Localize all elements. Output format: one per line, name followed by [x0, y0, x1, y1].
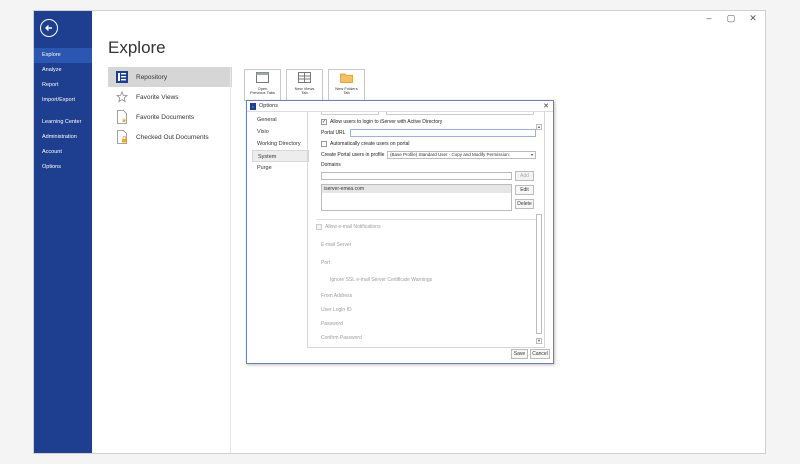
close-icon[interactable]: ✕ [543, 102, 549, 110]
domain-input[interactable] [321, 172, 512, 180]
sidebar: Explore Analyze Report Import/Export Lea… [34, 11, 92, 453]
sidebar-item-import-export[interactable]: Import/Export [34, 93, 92, 108]
place-label: Favorite Views [136, 93, 179, 101]
chevron-down-icon: ▾ [530, 152, 533, 157]
new-folders-tab-tile[interactable]: New Folders Tab [328, 69, 365, 101]
email-server-label: E-mail Server [321, 242, 352, 248]
category-general[interactable]: General [252, 114, 309, 126]
ignore-ssl-label: Ignore SSL e-mail Server Certificate War… [330, 277, 433, 283]
scroll-thumb[interactable] [536, 214, 542, 334]
cancel-button[interactable]: Cancel [530, 349, 550, 359]
explore-places: Repository Favorite Views Favorite Docum… [108, 67, 232, 147]
place-favorite-documents[interactable]: Favorite Documents [108, 107, 232, 127]
dialog-title: Options [259, 103, 278, 109]
password-label: Password [321, 321, 343, 327]
from-address-label: From Address [321, 293, 353, 299]
allow-ad-row: ✓ Allow users to login to iServer with A… [321, 119, 442, 125]
app-icon: i [250, 102, 256, 110]
options-categories: General Visio Working Directory System P… [252, 114, 309, 174]
tile-label-line2: Tab [343, 90, 350, 95]
page-title: Explore [108, 38, 166, 57]
portal-url-label: Portal URL [321, 130, 346, 136]
sidebar-item-explore[interactable]: Explore [34, 48, 92, 63]
allow-ad-label: Allow users to login to iServer with Act… [330, 119, 443, 125]
email-notify-label: Allow e-mail Notifications [325, 224, 381, 230]
sidebar-item-learning-center[interactable]: Learning Center [34, 115, 92, 130]
category-purge[interactable]: Purge [252, 162, 309, 174]
category-system[interactable]: System [252, 150, 309, 162]
folder-icon [340, 72, 353, 87]
sidebar-item-account[interactable]: Account [34, 145, 92, 160]
tile-label-line2: Tab [301, 90, 308, 95]
repository-icon [114, 69, 130, 85]
panel-scrollbar[interactable]: ▲ ▼ [536, 124, 542, 344]
portal-url-input[interactable] [350, 129, 536, 137]
category-visio[interactable]: Visio [252, 126, 309, 138]
sidebar-nav: Explore Analyze Report Import/Export Lea… [34, 48, 92, 175]
delete-domain-button[interactable]: Delete [515, 199, 534, 209]
auto-create-row: Automatically create users on portal [321, 141, 409, 147]
system-settings-panel: ✓ Allow users to login to iServer with A… [307, 112, 545, 348]
auto-create-label: Automatically create users on portal [330, 141, 410, 147]
clipped-field [321, 112, 379, 115]
document-lock-icon [114, 129, 130, 145]
action-tiles: Open Previous Tabs New Views Tab New Fol… [244, 69, 365, 101]
place-label: Checked Out Documents [136, 133, 209, 141]
profile-select[interactable]: (Base Profile) Standard User - Copy and … [387, 151, 536, 159]
clipped-field [386, 112, 534, 115]
open-previous-tabs-tile[interactable]: Open Previous Tabs [244, 69, 281, 101]
domains-list[interactable]: iserver-emea.com [321, 184, 512, 211]
place-favorite-views[interactable]: Favorite Views [108, 87, 232, 107]
place-repository[interactable]: Repository [108, 67, 232, 87]
edit-domain-button[interactable]: Edit [515, 185, 534, 195]
port-label: Port [321, 260, 331, 266]
sidebar-item-options[interactable]: Options [34, 160, 92, 175]
dialog-titlebar: i Options [247, 101, 553, 112]
list-item[interactable]: iserver-emea.com [322, 185, 511, 193]
domains-label: Domains [321, 162, 341, 168]
auto-create-checkbox[interactable] [321, 141, 327, 147]
scroll-up-icon[interactable]: ▲ [536, 124, 542, 130]
save-button[interactable]: Save [511, 349, 528, 359]
place-label: Repository [136, 73, 168, 81]
app-window: – ▢ ✕ Explore Analyze Report Import/Expo… [33, 10, 766, 454]
grid-icon [298, 72, 311, 87]
place-label: Favorite Documents [136, 113, 195, 121]
sidebar-item-analyze[interactable]: Analyze [34, 63, 92, 78]
document-star-icon [114, 109, 130, 125]
category-working-directory[interactable]: Working Directory [252, 138, 309, 150]
allow-ad-checkbox[interactable]: ✓ [321, 119, 327, 125]
window-icon [256, 72, 269, 87]
scroll-down-icon[interactable]: ▼ [536, 338, 542, 344]
confirm-password-label: Confirm Password [321, 335, 362, 341]
email-notify-checkbox[interactable] [316, 224, 322, 230]
divider [230, 67, 231, 453]
options-dialog: i Options ✕ General Visio Working Direct… [246, 100, 554, 364]
user-login-label: User Login ID [321, 307, 352, 313]
create-portal-label: Create Portal users in profile [321, 152, 385, 158]
place-checked-out-documents[interactable]: Checked Out Documents [108, 127, 232, 147]
email-notify-row: Allow e-mail Notifications [316, 224, 381, 230]
back-arrow-icon[interactable] [40, 19, 58, 37]
sidebar-item-administration[interactable]: Administration [34, 130, 92, 145]
new-views-tab-tile[interactable]: New Views Tab [286, 69, 323, 101]
star-icon [114, 89, 130, 105]
main-content: Explore Repository Favorite Views Favori… [92, 11, 765, 453]
section-divider [316, 219, 536, 220]
sidebar-item-report[interactable]: Report [34, 78, 92, 93]
add-domain-button[interactable]: Add [515, 171, 534, 181]
profile-select-value: (Base Profile) Standard User - Copy and … [390, 152, 511, 157]
tile-label-line2: Previous Tabs [249, 90, 276, 95]
